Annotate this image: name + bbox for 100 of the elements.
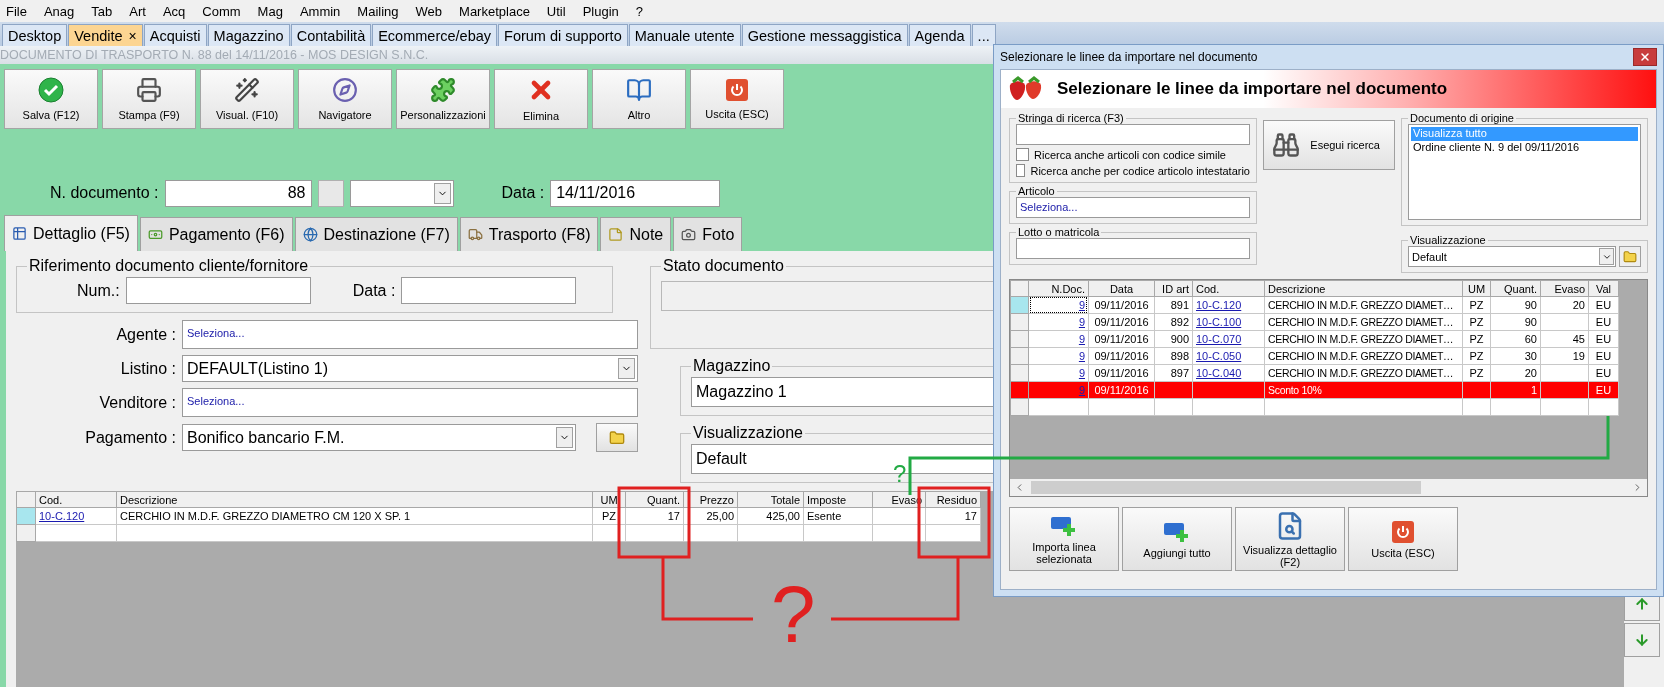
app-tab[interactable]: Acquisti (143, 24, 207, 46)
menu-item[interactable]: Web (415, 3, 443, 19)
toolbar-button[interactable]: Salva (F12) (4, 69, 98, 129)
field-label: Listino : (119, 359, 176, 378)
column-header[interactable]: Val (1588, 280, 1619, 297)
column-header[interactable]: UM (1462, 280, 1491, 297)
app-tab[interactable]: Magazzino (207, 24, 290, 46)
cell-text: 60 (1524, 333, 1537, 345)
dialog-button[interactable]: Aggiungi tutto (1122, 507, 1232, 571)
menu-item[interactable]: Comm (202, 3, 241, 19)
dropdown-field[interactable]: Bonifico bancario F.M. (182, 424, 576, 451)
dialog-title: Selezionare le linee da importare nel documento (1000, 50, 1258, 64)
suffix-button[interactable] (317, 179, 344, 207)
toolbar-button[interactable]: Personalizzazioni (396, 69, 490, 129)
dialog-button[interactable]: Uscita (ESC) (1348, 507, 1458, 571)
form-tab[interactable]: Dettaglio (F5) (4, 215, 138, 251)
horizontal-scrollbar[interactable] (1010, 479, 1647, 496)
toolbar-button[interactable]: Elimina (494, 69, 588, 129)
column-header[interactable]: Evaso (1540, 280, 1589, 297)
menu-item[interactable]: Util (546, 3, 566, 19)
menu-item[interactable]: Mag (257, 3, 283, 19)
date-field[interactable] (401, 277, 577, 304)
column-header[interactable]: Quant. (1490, 280, 1541, 297)
toolbar-button[interactable]: Navigatore (298, 69, 392, 129)
power-icon (1391, 519, 1415, 544)
close-button[interactable] (1633, 48, 1657, 66)
column-header[interactable]: Cod. (1192, 280, 1265, 297)
app-tab[interactable]: Desktop (2, 24, 68, 46)
date-field[interactable]: 14/11/2016 (550, 179, 721, 207)
column-header[interactable]: Descrizione (116, 491, 593, 508)
cell-text: 20 (1524, 367, 1537, 379)
column-header[interactable]: Totale (737, 491, 804, 508)
dropdown-field[interactable]: DEFAULT(Listino 1) (182, 355, 638, 382)
app-tab[interactable]: Agenda (908, 24, 971, 46)
menu-item[interactable]: Tab (91, 3, 113, 19)
dialog-button[interactable]: Importa linea selezionata (1009, 507, 1119, 571)
lookup-field[interactable]: Seleziona... (182, 320, 638, 349)
close-icon[interactable]: × (128, 27, 137, 44)
app-tab[interactable]: Contabilità (290, 24, 372, 46)
item-link[interactable]: 9 (1078, 367, 1085, 379)
app-tab[interactable]: Gestione messaggistica (741, 24, 908, 46)
form-tab[interactable]: Destinazione (F7) (294, 217, 458, 251)
column-header[interactable]: Residuo (925, 491, 981, 508)
menu-item[interactable]: Mailing (357, 3, 399, 19)
item-link[interactable]: 9 (1078, 333, 1085, 345)
menu-item[interactable]: File (6, 3, 27, 19)
menu-item[interactable]: Acq (162, 3, 186, 19)
item-link[interactable]: 9 (1078, 350, 1085, 362)
menu-item[interactable]: Plugin (582, 3, 619, 19)
search-field[interactable] (1016, 124, 1250, 145)
column-header[interactable]: ID art (1154, 280, 1193, 297)
app-tab[interactable]: ... (971, 24, 996, 46)
item-link[interactable]: 9 (1078, 299, 1085, 311)
lot-field[interactable] (1016, 238, 1250, 259)
form-tab[interactable]: Foto (673, 217, 743, 251)
menu-item[interactable]: Anag (43, 3, 75, 19)
column-header[interactable]: Descrizione (1264, 280, 1463, 297)
article-field[interactable]: Seleziona... (1016, 197, 1250, 218)
app-tab[interactable]: Ecommerce/ebay (372, 24, 498, 46)
column-header[interactable]: Cod. (35, 491, 117, 508)
folder-icon (609, 429, 625, 446)
magic-wand-icon (234, 77, 260, 103)
search-button[interactable]: Esegui ricerca (1263, 120, 1395, 170)
checkbox[interactable] (1016, 164, 1026, 177)
list-item[interactable]: Ordine cliente N. 9 del 09/11/2016 (1411, 141, 1638, 155)
menu-item[interactable]: Marketplace (459, 3, 530, 19)
column-header[interactable]: Imposte (803, 491, 873, 508)
number-field[interactable] (125, 277, 311, 304)
menu-item[interactable]: Art (129, 3, 146, 19)
series-dropdown[interactable] (349, 179, 454, 207)
toolbar-button[interactable]: Altro (592, 69, 686, 129)
cell-text: CERCHIO IN M.D.F. GREZZO DIAMET… (1268, 299, 1454, 311)
move-down-button[interactable] (1624, 623, 1660, 657)
column-header[interactable]: N.Doc. (1028, 280, 1089, 297)
folder-button[interactable] (1619, 246, 1641, 267)
app-tab[interactable]: Forum di supporto (498, 24, 628, 46)
app-tab[interactable]: Manuale utente (628, 24, 741, 46)
app-tab[interactable]: Vendite × (68, 24, 143, 46)
document-number-field[interactable]: 88 (164, 179, 312, 207)
highlighted-row[interactable]: 9 09/11/2016 Sconto 10% 1 EU (1010, 381, 1619, 399)
toolbar-button[interactable]: Uscita (ESC) (690, 69, 784, 129)
toolbar-button[interactable]: Visual. (F10) (200, 69, 294, 129)
column-header[interactable]: Quant. (625, 491, 684, 508)
column-header[interactable]: Prezzo (683, 491, 738, 508)
menu-item[interactable]: ? (635, 3, 643, 19)
cell-text: 45 (1572, 333, 1585, 345)
lookup-field[interactable]: Seleziona... (182, 388, 638, 417)
column-header[interactable]: Data (1088, 280, 1155, 297)
view-dropdown[interactable]: Default (1408, 246, 1616, 267)
item-link[interactable]: 9 (1078, 316, 1085, 328)
cell-text: 09/11/2016 (1094, 299, 1149, 311)
field-label: Venditore : (98, 393, 176, 412)
toolbar-button[interactable]: Stampa (F9) (102, 69, 196, 129)
dialog-button[interactable]: Visualizza dettaglio (F2) (1235, 507, 1345, 571)
form-tab[interactable]: Trasporto (F8) (459, 217, 599, 251)
menu-item[interactable]: Ammin (299, 3, 341, 19)
checkbox[interactable] (1016, 148, 1029, 161)
form-tab[interactable]: Note (600, 217, 672, 251)
folder-button[interactable] (596, 423, 638, 452)
form-tab[interactable]: Pagamento (F6) (139, 217, 293, 251)
